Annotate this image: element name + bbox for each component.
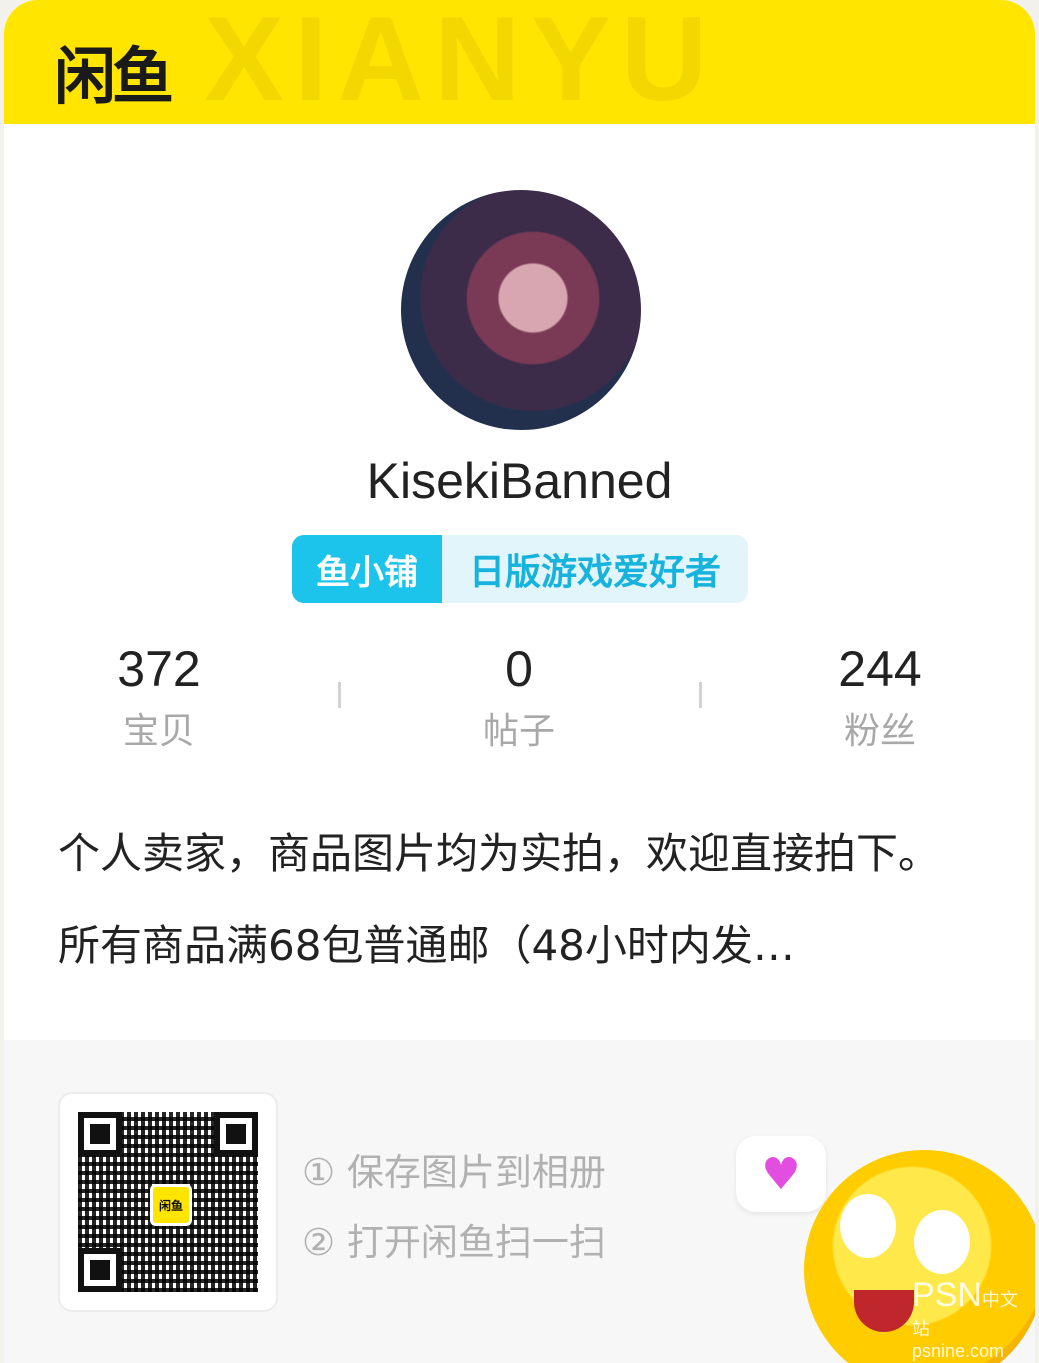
stat-items-value: 372 bbox=[117, 641, 201, 697]
stat-fans-label: 粉丝 bbox=[843, 711, 916, 752]
share-card: XIANYU 闲鱼 KisekiBanned 鱼小铺 日版游戏爱好者 372 宝… bbox=[4, 0, 1035, 1363]
mascot-mouth bbox=[854, 1290, 914, 1332]
header-watermark: XIANYU bbox=[204, 0, 718, 126]
instruction-save: ① 保存图片到相册 bbox=[302, 1151, 606, 1194]
share-footer: 闲鱼 ① 保存图片到相册 ② 打开闲鱼扫一扫 ♥ PSN中文站 psnine.c… bbox=[4, 1040, 1035, 1363]
qr-code: 闲鱼 bbox=[78, 1112, 258, 1292]
stat-fans-value: 244 bbox=[838, 641, 922, 697]
stat-posts-value: 0 bbox=[505, 641, 533, 697]
app-header: XIANYU 闲鱼 bbox=[4, 0, 1035, 126]
qr-finder bbox=[78, 1248, 122, 1292]
psnine-domain: psnine.com bbox=[912, 1341, 1005, 1361]
stat-fans[interactable]: 244 粉丝 bbox=[780, 640, 980, 754]
user-nickname: KisekiBanned bbox=[366, 453, 673, 509]
avatar[interactable] bbox=[401, 190, 641, 430]
mascot-eye bbox=[840, 1194, 896, 1258]
shop-tag-badge: 鱼小铺 bbox=[292, 535, 442, 603]
user-bio: 个人卖家，商品图片均为实拍，欢迎直接拍下。所有商品满68包普通邮（48小时内发… bbox=[58, 829, 941, 970]
stat-posts-label: 帖子 bbox=[482, 711, 555, 752]
psnine-watermark: PSN中文站 psnine.com bbox=[912, 1276, 1035, 1362]
instruction-scan: ② 打开闲鱼扫一扫 bbox=[302, 1221, 606, 1264]
stat-items[interactable]: 372 宝贝 bbox=[59, 640, 259, 754]
mascot-eye bbox=[914, 1210, 970, 1274]
stat-posts[interactable]: 0 帖子 bbox=[419, 640, 619, 754]
stat-items-label: 宝贝 bbox=[122, 711, 195, 752]
qr-logo: 闲鱼 bbox=[150, 1184, 192, 1226]
stat-divider bbox=[699, 682, 702, 708]
shop-tag-text: 日版游戏爱好者 bbox=[468, 552, 721, 593]
qr-code-box: 闲鱼 bbox=[58, 1092, 278, 1312]
shop-tag: 鱼小铺 日版游戏爱好者 bbox=[292, 535, 748, 603]
stat-divider bbox=[338, 682, 341, 708]
psnine-brand: PSN bbox=[912, 1276, 982, 1314]
qr-finder bbox=[78, 1112, 122, 1156]
qr-finder bbox=[214, 1112, 258, 1156]
heart-bubble-icon: ♥ bbox=[736, 1136, 826, 1212]
xianyu-logo: 闲鱼 bbox=[54, 40, 174, 113]
